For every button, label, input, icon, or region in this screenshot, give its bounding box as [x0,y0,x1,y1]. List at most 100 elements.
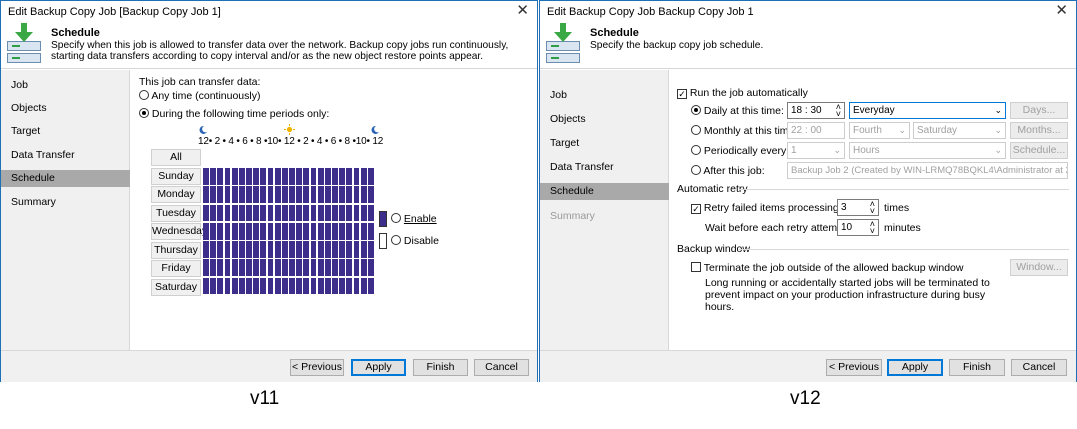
schedule-cell[interactable] [346,241,353,258]
day-label-wednesday[interactable]: Wednesday [151,223,207,240]
schedule-cell[interactable] [303,241,310,258]
previous-button[interactable]: < Previous [290,359,344,376]
enable-option[interactable]: Enable [391,213,437,225]
schedule-cell[interactable] [332,222,338,240]
schedule-cell[interactable] [217,277,224,295]
schedule-cell[interactable] [353,259,360,277]
schedule-cell[interactable] [353,222,360,240]
schedule-cell[interactable] [367,259,374,277]
schedule-cell[interactable] [281,259,288,277]
schedule-cell[interactable] [353,168,360,185]
schedule-cell[interactable] [253,168,260,185]
any-time-option[interactable]: Any time (continuously) [139,90,260,102]
schedule-cell[interactable] [289,241,295,258]
schedule-cell[interactable] [317,186,324,204]
schedule-cell[interactable] [317,241,324,258]
schedule-cell[interactable] [267,204,274,222]
schedule-cell[interactable] [203,186,209,204]
run-auto-checkbox[interactable]: ✓ [677,89,687,99]
schedule-cell[interactable] [238,168,245,185]
schedule-cell[interactable] [224,259,231,277]
schedule-cell[interactable] [367,222,374,240]
schedule-cell[interactable] [253,277,260,295]
schedule-cell[interactable] [238,277,245,295]
schedule-cell[interactable] [303,204,310,222]
schedule-cell[interactable] [224,186,231,204]
nav-item-job[interactable]: Job [1,77,130,94]
schedule-cell[interactable] [289,168,295,185]
schedule-cell[interactable] [210,222,217,240]
schedule-cell[interactable] [260,241,267,258]
day-label-tuesday[interactable]: Tuesday [151,205,201,222]
schedule-cell[interactable] [317,204,324,222]
schedule-cell[interactable] [210,168,217,185]
schedule-cell[interactable] [339,186,346,204]
schedule-cell[interactable] [238,241,245,258]
schedule-cell[interactable] [281,204,288,222]
schedule-cell[interactable] [246,277,252,295]
schedule-cell[interactable] [289,204,295,222]
schedule-cell[interactable] [353,241,360,258]
schedule-cell[interactable] [332,186,338,204]
schedule-cell[interactable] [289,259,295,277]
daily-time-field[interactable]: 18 : 30 ˄ ˅ [787,102,845,119]
schedule-cell[interactable] [238,222,245,240]
schedule-cell[interactable] [203,204,209,222]
schedule-cell[interactable] [224,222,231,240]
schedule-cell[interactable] [246,168,252,185]
schedule-cell[interactable] [231,168,238,185]
schedule-cell[interactable] [267,241,274,258]
schedule-cell[interactable] [274,204,281,222]
schedule-cell[interactable] [260,186,267,204]
schedule-cell[interactable] [231,241,238,258]
schedule-cell[interactable] [260,222,267,240]
schedule-cell[interactable] [217,222,224,240]
schedule-cell[interactable] [267,277,274,295]
day-label-friday[interactable]: Friday [151,260,201,277]
schedule-cell[interactable] [346,222,353,240]
schedule-cell[interactable] [324,186,331,204]
schedule-cell[interactable] [296,259,303,277]
day-label-thursday[interactable]: Thursday [151,242,201,259]
schedule-cell[interactable] [296,241,303,258]
schedule-cell[interactable] [346,277,353,295]
schedule-cell[interactable] [210,259,217,277]
periodic-unit-select[interactable]: Hours ⌄ [849,142,1006,159]
schedule-cell[interactable] [339,168,346,185]
disable-radio[interactable] [391,235,401,245]
schedule-cell[interactable] [346,186,353,204]
schedule-cell[interactable] [274,241,281,258]
nav-item-job[interactable]: Job [540,87,669,104]
nav-item-schedule[interactable]: Schedule [1,170,130,187]
periodic-radio[interactable] [691,145,701,155]
nav-item-data-transfer[interactable]: Data Transfer [1,147,130,164]
schedule-cell[interactable] [246,241,252,258]
schedule-cell[interactable] [303,277,310,295]
window-button[interactable]: Window... [1010,259,1068,276]
monthly-time-field[interactable]: 22 : 00 [787,122,845,139]
schedule-cell[interactable] [332,277,338,295]
schedule-cell[interactable] [203,277,209,295]
cancel-button[interactable]: Cancel [474,359,529,376]
schedule-cell[interactable] [310,241,317,258]
schedule-cell[interactable] [303,222,310,240]
nav-item-target[interactable]: Target [540,135,669,152]
schedule-cell[interactable] [360,277,367,295]
schedule-cell[interactable] [260,204,267,222]
schedule-cell[interactable] [238,204,245,222]
schedule-cell[interactable] [332,241,338,258]
schedule-cell[interactable] [303,186,310,204]
after-job-radio[interactable] [691,165,701,175]
run-auto-option[interactable]: ✓ Run the job automatically [677,87,808,99]
schedule-cell[interactable] [231,222,238,240]
periodic-value-select[interactable]: 1 ⌄ [787,142,845,159]
during-periods-option[interactable]: During the following time periods only: [139,108,329,120]
schedule-cell[interactable] [274,186,281,204]
apply-button[interactable]: Apply [887,359,943,376]
schedule-cell[interactable] [217,241,224,258]
schedule-cell[interactable] [310,186,317,204]
months-button[interactable]: Months... [1010,122,1068,139]
schedule-cell[interactable] [296,277,303,295]
during-periods-radio[interactable] [139,108,149,118]
schedule-cell[interactable] [339,277,346,295]
